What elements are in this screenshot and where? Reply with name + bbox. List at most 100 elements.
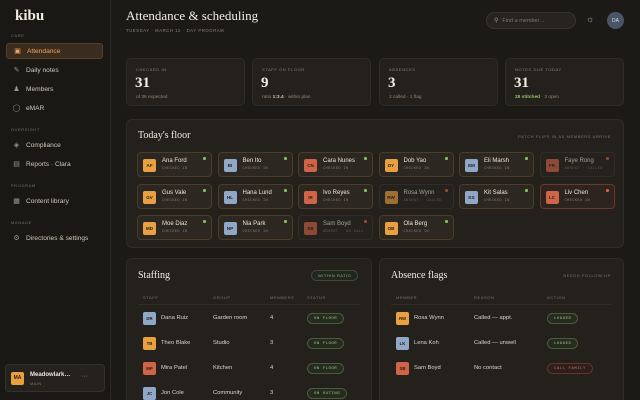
member-avatar: LC	[545, 190, 559, 204]
status-dot	[203, 220, 206, 223]
member-name: Ola Berg	[403, 221, 428, 227]
logged-badge: LOGGED	[547, 313, 579, 324]
member-tile[interactable]: BI Ben Ito CHECKED IN	[217, 152, 293, 177]
member-tile[interactable]: AF Ana Ford CHECKED IN	[137, 152, 212, 177]
member-tile[interactable]: RW Rosa Wynn ABSENT · CALLED	[378, 183, 454, 209]
member-avatar: GV	[143, 190, 156, 204]
staff-group: Community	[213, 390, 243, 396]
member-avatar: IR	[304, 190, 317, 204]
sidebar-item-compliance[interactable]: ◈ Compliance	[6, 137, 103, 153]
sidebar-item-directories-settings[interactable]: ⚙ Directories & settings	[6, 230, 103, 246]
staff-members: 3	[270, 390, 274, 396]
member-tile[interactable]: CN Cara Nunes CHECKED IN	[298, 152, 373, 177]
stat-sub: of 36 expected	[136, 95, 168, 100]
member-status: CHECKED IN	[162, 230, 188, 234]
member-tile[interactable]: OB Ola Berg CHECKED IN	[378, 215, 454, 240]
status-dot	[444, 188, 448, 192]
member-status: CHECKED IN	[484, 198, 510, 203]
org-name: Meadowlark…	[30, 372, 71, 378]
shield-icon: ◈	[13, 142, 20, 149]
member-tile[interactable]: FR Faye Rong ABSENT · CALLED	[539, 152, 615, 177]
member-tile[interactable]: IR Ivo Reyes CHECKED IN	[298, 183, 373, 209]
brand-logo[interactable]: kibu	[15, 8, 44, 25]
book-icon: ▦	[13, 198, 20, 205]
status-dot	[605, 188, 609, 192]
col-status: STATUS	[307, 295, 326, 300]
pill-icon: ◯	[12, 105, 21, 112]
sidebar-item-label: Attendance	[27, 47, 61, 55]
member-status: CHECKED IN	[403, 167, 430, 171]
sidebar-item-reports[interactable]: ▤ Reports · Clara	[6, 156, 103, 172]
member-tile[interactable]: LC Liv Chen CHECKED IN	[539, 183, 615, 209]
col-reason: REASON	[474, 295, 495, 300]
member-search[interactable]: ⚲	[486, 12, 576, 29]
member-avatar: SB	[396, 362, 409, 375]
status-dot	[283, 188, 287, 192]
account-switcher[interactable]: MA Meadowlark… MAIN ···	[5, 364, 105, 392]
member-tile[interactable]: DY Dob Yao CHECKED IN	[378, 152, 454, 177]
status-dot	[605, 157, 609, 160]
member-status: CHECKED IN	[403, 230, 430, 234]
stat-value: 31	[135, 75, 150, 91]
sidebar-item-daily-notes[interactable]: ✎ Daily notes	[6, 62, 103, 78]
member-avatar: LK	[396, 337, 409, 350]
member-tile[interactable]: SB Sam Boyd ABSENT · NO CALL	[298, 215, 373, 240]
staff-group: Kitchen	[213, 365, 233, 371]
stat-card-staff-on-floor: STAFF ON FLOOR 9 ratio 1:3.4 · within pl…	[252, 58, 371, 106]
member-tile[interactable]: EM Eli Marsh CHECKED IN	[459, 152, 534, 177]
sidebar-item-attendance[interactable]: ▣ Attendance	[6, 43, 103, 59]
sidebar-item-content-library[interactable]: ▦ Content library	[6, 193, 103, 209]
status-dot	[525, 188, 528, 192]
stat-label: NOTES DUE TODAY	[515, 67, 562, 72]
member-tile[interactable]: HL Hana Lund CHECKED IN	[217, 183, 293, 209]
member-avatar: RW	[384, 190, 398, 204]
section-oversight: OVERSIGHT	[11, 127, 40, 132]
col-member: MEMBER	[396, 295, 418, 300]
member-tile[interactable]: KS Kit Salas CHECKED IN	[459, 183, 534, 209]
member-avatar: MD	[143, 222, 156, 235]
gear-icon: ⚙	[13, 235, 20, 242]
logged-badge: LOGGED	[547, 338, 579, 349]
stat-card-notes-due: NOTES DUE TODAY 31 28 stitched · 3 open	[505, 58, 624, 106]
staff-group: Studio	[213, 340, 230, 346]
absence-reason: Called — appt.	[474, 315, 513, 321]
user-avatar[interactable]: DA	[607, 12, 624, 29]
member-name: Moe Diaz	[162, 221, 188, 227]
theme-toggle-sun-icon[interactable]: ☼	[586, 14, 594, 24]
sidebar-item-label: eMAR	[26, 104, 45, 112]
staff-avatar: JC	[143, 387, 156, 400]
staff-status-pill: ON OUTING	[307, 388, 348, 399]
member-status: ABSENT · CALLED	[403, 198, 442, 203]
member-tile[interactable]: NP Nia Park CHECKED IN	[217, 215, 293, 240]
member-status: CHECKED IN	[162, 167, 188, 171]
sidebar-item-emar[interactable]: ◯ eMAR	[6, 100, 103, 116]
staff-avatar: MP	[143, 362, 156, 375]
member-name: Kit Salas	[484, 189, 508, 196]
member-avatar: DY	[384, 159, 398, 172]
search-input[interactable]	[502, 17, 573, 24]
status-dot	[283, 220, 287, 223]
call-family-button[interactable]: CALL FAMILY	[547, 363, 593, 374]
member-name: Liv Chen	[564, 189, 589, 196]
sidebar-item-label: Compliance	[26, 141, 61, 149]
absence-note: NEEDS FOLLOW-UP	[563, 273, 611, 278]
status-dot	[364, 157, 367, 160]
people-icon: ♟	[13, 86, 20, 93]
divider	[391, 304, 612, 305]
member-status: ABSENT · NO CALL	[323, 230, 364, 234]
staff-status-pill: ON FLOOR	[307, 363, 345, 374]
status-dot	[364, 220, 367, 223]
more-icon[interactable]: ···	[81, 373, 88, 380]
org-role: MAIN	[30, 381, 42, 386]
member-name: Ana Ford	[162, 158, 187, 164]
sidebar-item-members[interactable]: ♟ Members	[6, 81, 103, 97]
member-name: Dob Yao	[403, 158, 427, 164]
sidebar-item-label: Reports · Clara	[26, 160, 71, 168]
absence-title: Absence flags	[391, 270, 448, 281]
member-name: Ben Ito	[242, 158, 262, 164]
absence-reason: No contact	[474, 365, 502, 371]
member-status: CHECKED IN	[242, 230, 269, 234]
member-tile[interactable]: GV Gus Vale CHECKED IN	[137, 183, 212, 209]
member-tile[interactable]: MD Moe Diaz CHECKED IN	[137, 215, 212, 240]
ratio-badge: WITHIN RATIO	[311, 270, 359, 281]
